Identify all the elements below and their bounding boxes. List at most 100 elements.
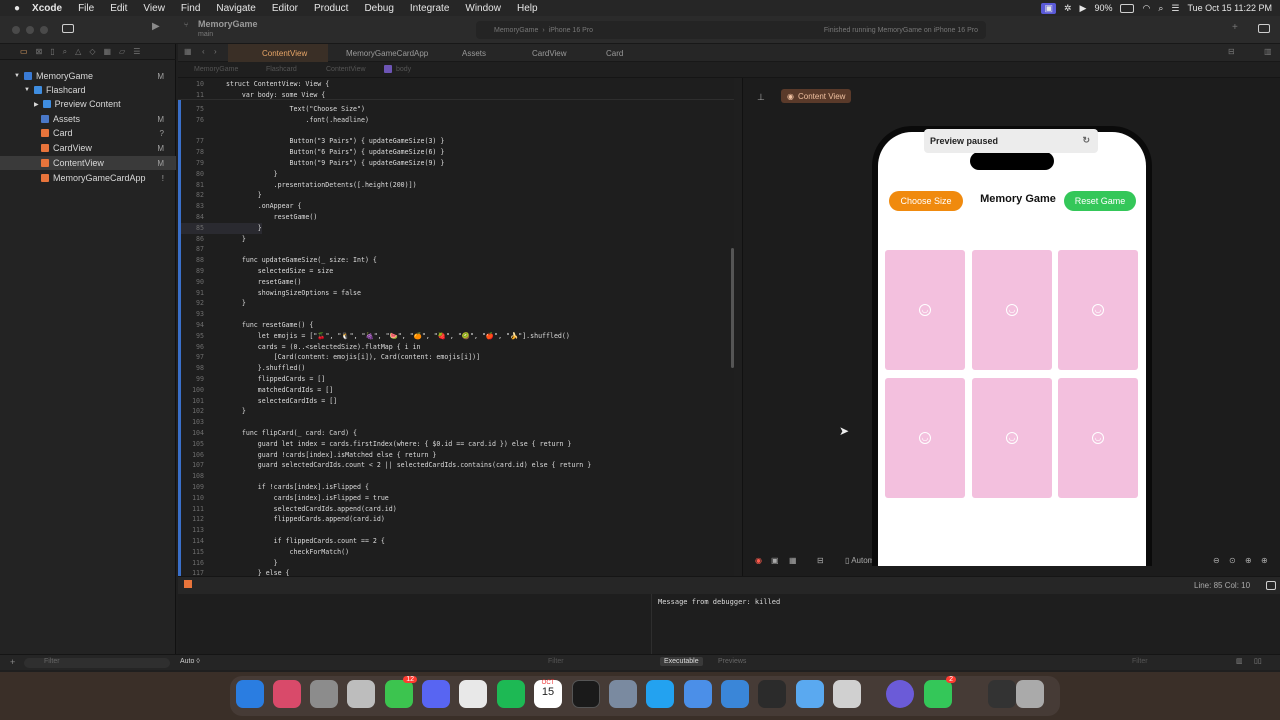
add-file-icon[interactable]: + [10,657,15,667]
split-editor-icon[interactable]: ⊟ [1228,47,1235,56]
bookmark-icon[interactable]: ▯ [50,47,54,56]
nav-item-assets[interactable]: Assets M [0,112,176,126]
menu-integrate[interactable]: Integrate [410,3,449,14]
pin-icon[interactable]: ⊥ [757,92,765,103]
branch-name[interactable]: main [198,31,213,38]
forward-icon[interactable]: › [214,47,217,56]
clock[interactable]: Tue Oct 15 11:22 PM [1187,3,1272,13]
menu-file[interactable]: File [78,3,94,14]
code-editor[interactable]: 10 struct ContentView: View { 11 var body… [178,78,734,576]
input-method-icon[interactable]: ▣ [1041,2,1056,14]
zoom-out-icon[interactable]: ⊖ [1213,556,1220,565]
add-icon[interactable]: + [1232,22,1238,33]
device-settings-icon[interactable]: ⊟ [817,556,824,565]
menu-view[interactable]: View [143,3,165,14]
debug-icon[interactable]: ▦ [103,47,111,56]
downloads-icon[interactable] [988,680,1016,708]
menu-xcode[interactable]: Xcode [32,3,62,14]
sidebar-toggle-icon[interactable] [62,24,74,33]
screenshot-icon[interactable] [347,680,375,708]
editor-options-icon[interactable]: ▥ [1264,47,1272,56]
search-icon[interactable]: ⌕ [1158,3,1163,14]
menu-window[interactable]: Window [465,3,501,14]
disclosure-icon[interactable]: ▼ [24,87,30,93]
menu-editor[interactable]: Editor [272,3,298,14]
nav-item-contentview[interactable]: ContentView M [0,156,176,170]
console-output[interactable]: Message from debugger: killed [658,598,780,606]
auto-selector[interactable]: Auto ◊ [180,658,200,665]
run-icon[interactable]: ▶ [152,21,160,32]
variants-icon[interactable]: ▦ [789,556,797,565]
issue-icon[interactable]: △ [75,47,81,56]
discord-icon[interactable] [422,680,450,708]
nav-item-memorygame[interactable]: ▼ MemoryGame M [0,69,176,83]
apple-icon[interactable]: ● [14,3,20,14]
battery-percent[interactable]: 90% [1094,3,1112,13]
scheme-selector[interactable]: MemoryGame [494,27,538,34]
inspector-toggle-icon[interactable] [1258,24,1270,33]
navigator-filter-field[interactable]: Filter [24,658,170,668]
menu-debug[interactable]: Debug [364,3,393,14]
reset-game-button[interactable]: Reset Game [1064,191,1136,211]
nav-item-memorygamecardapp[interactable]: MemoryGameCardApp ! [0,171,176,185]
xcode-icon[interactable] [684,680,712,708]
zoom-fit-icon[interactable]: ⊙ [1229,556,1236,565]
zoom-in-icon[interactable]: ⊕ [1261,556,1268,565]
nav-item-flashcard[interactable]: ▼ Flashcard [0,83,176,97]
spotify-icon[interactable] [497,680,525,708]
tab-memorygamecardapp[interactable]: MemoryGameCardApp [328,44,436,62]
choose-size-button[interactable]: Choose Size [889,191,963,211]
tab-card[interactable]: Card [586,44,646,62]
zoom-100-icon[interactable]: ⊕ [1245,556,1252,565]
facetime-icon[interactable]: 2 [924,676,956,708]
minimize-window-button[interactable] [26,26,34,34]
memory-card[interactable]: ◡ [1058,250,1138,370]
test-icon[interactable]: ◇ [89,47,95,56]
memory-card[interactable]: ◡ [885,378,965,498]
back-icon[interactable]: ‹ [202,47,205,56]
breadcrumb-project[interactable]: MemoryGame [194,66,238,73]
tab-assets[interactable]: Assets [436,44,514,62]
weather-icon[interactable] [796,680,824,708]
memory-card[interactable]: ◡ [972,250,1052,370]
nav-item-preview-content[interactable]: ▶ Preview Content [0,97,176,111]
iphone-preview[interactable]: Choose Size Memory Game Reset Game ◡ ◡ ◡ ◡ ◡… [872,126,1152,566]
breakpoint-icon[interactable]: ▱ [119,47,125,56]
terminal-icon[interactable] [572,680,600,708]
zoom-window-button[interactable] [40,26,48,34]
find-icon[interactable]: ⌕ [63,47,67,57]
variables-filter[interactable]: Filter [548,658,564,665]
executable-tab[interactable]: Executable [660,657,703,666]
gear-icon[interactable]: ✲ [1064,3,1072,14]
trash-icon[interactable] [1016,680,1044,708]
breadcrumb-file[interactable]: ContentView [326,66,366,73]
system-settings-icon[interactable] [310,680,338,708]
debug-area-toggle-icon[interactable] [184,580,192,588]
disclosure-icon[interactable]: ▼ [14,73,20,79]
iphone-mirroring-icon[interactable] [833,680,861,708]
finder-icon[interactable] [236,680,264,708]
wifi-icon[interactable]: ◠ [1142,3,1150,14]
unity-icon[interactable] [758,680,786,708]
messages-icon[interactable]: 12 [385,676,417,708]
folder-icon[interactable]: ▭ [20,47,28,56]
grid-icon[interactable]: ▦ [184,47,192,56]
source-control-icon[interactable]: ⊠ [36,47,43,56]
nav-item-card[interactable]: Card ? [0,126,176,140]
trash-icon[interactable]: ▥ [1236,657,1243,665]
previews-tab[interactable]: Previews [718,658,746,665]
console-filter[interactable]: Filter [1132,658,1148,665]
live-preview-icon[interactable]: ◉ [755,556,762,565]
launchpad-icon[interactable] [273,680,301,708]
breadcrumb-folder[interactable]: Flashcard [266,66,297,73]
tab-cardview[interactable]: CardView [514,44,586,62]
memory-card[interactable]: ◡ [972,378,1052,498]
menu-help[interactable]: Help [517,3,538,14]
memory-card[interactable]: ◡ [885,250,965,370]
menu-navigate[interactable]: Navigate [216,3,255,14]
disclosure-icon[interactable]: ▶ [34,101,39,108]
refresh-icon[interactable]: ↻ [1082,135,1090,146]
preview-title[interactable]: ◉ Content View [781,89,852,103]
scrollbar-thumb[interactable] [731,248,734,368]
simulator-icon[interactable] [721,680,749,708]
